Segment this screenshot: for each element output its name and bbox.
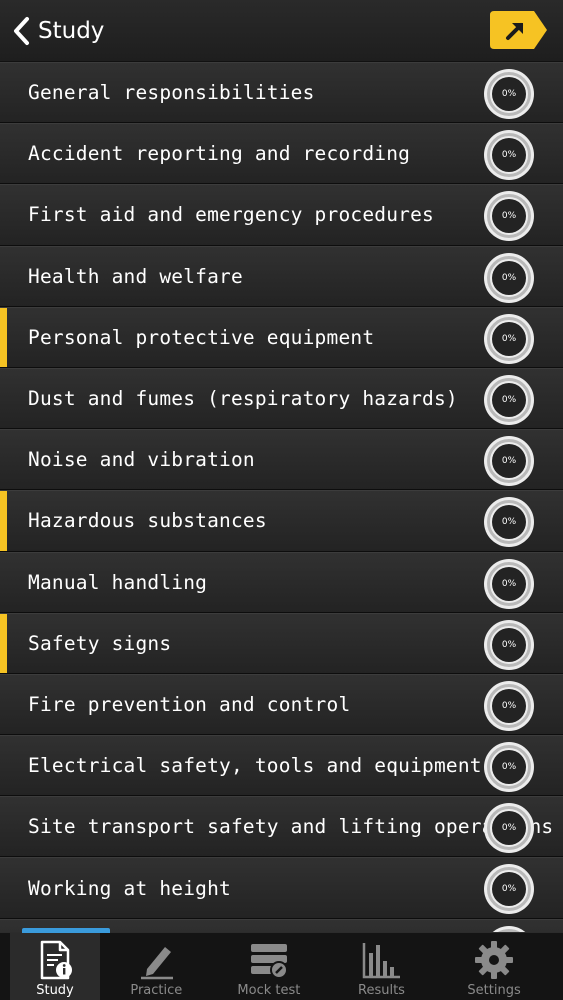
- topic-list: General responsibilities 0% Accident rep…: [0, 62, 563, 932]
- topic-row[interactable]: Noise and vibration 0%: [0, 429, 563, 491]
- mock-test-icon: [248, 939, 290, 981]
- tab-label: Study: [36, 983, 74, 998]
- tab-label: Practice: [130, 983, 183, 998]
- progress-value: 0%: [501, 639, 517, 650]
- progress-value: 0%: [501, 333, 517, 344]
- topic-label: Working at height: [28, 876, 231, 900]
- progress-value: 0%: [501, 762, 517, 773]
- progress-ring: [482, 924, 536, 932]
- highlight-marker: [0, 613, 7, 673]
- topic-label: Hazardous substances: [28, 509, 267, 533]
- topic-row[interactable]: Dust and fumes (respiratory hazards) 0%: [0, 367, 563, 430]
- progress-ring: 0%: [482, 434, 536, 488]
- highlight-marker: [0, 491, 7, 551]
- topic-label: Noise and vibration: [28, 448, 255, 472]
- progress-ring: 0%: [482, 557, 536, 611]
- progress-ring: 0%: [482, 740, 536, 794]
- progress-value: 0%: [501, 456, 517, 467]
- progress-value: 0%: [501, 272, 517, 283]
- progress-value: 0%: [501, 823, 517, 834]
- progress-value: 0%: [501, 578, 517, 589]
- progress-value: 0%: [501, 394, 517, 405]
- progress-ring: 0%: [482, 801, 536, 855]
- tab-label: Mock test: [237, 983, 301, 998]
- topic-row[interactable]: Accident reporting and recording 0%: [0, 123, 563, 185]
- topic-label: Personal protective equipment: [28, 325, 375, 349]
- topic-row[interactable]: General responsibilities 0%: [0, 62, 563, 124]
- tab-study[interactable]: Study: [10, 928, 110, 1000]
- topic-label: Accident reporting and recording: [28, 142, 411, 166]
- study-screen: Study General responsibilities 0% Accide…: [0, 0, 563, 1000]
- gear-icon: [473, 939, 515, 981]
- topic-label: First aid and emergency procedures: [28, 203, 434, 227]
- progress-value: 0%: [501, 150, 517, 161]
- active-tab-indicator: [22, 928, 110, 933]
- progress-ring: 0%: [482, 67, 536, 121]
- progress-ring: 0%: [482, 128, 536, 182]
- bar-chart-icon: [360, 939, 402, 981]
- progress-value: 0%: [501, 700, 517, 711]
- header-bar: Study: [0, 0, 563, 62]
- tab-mock-test[interactable]: Mock test: [213, 933, 326, 1000]
- chevron-left-icon: [12, 16, 32, 46]
- progress-value: 0%: [501, 884, 517, 895]
- topic-label: Site transport safety and lifting operat…: [28, 815, 554, 839]
- topic-row[interactable]: Safety signs 0%: [0, 612, 563, 674]
- progress-ring: 0%: [482, 679, 536, 733]
- topic-row[interactable]: Working at height 0%: [0, 857, 563, 919]
- study-document-icon: [34, 939, 76, 981]
- progress-ring: 0%: [482, 618, 536, 672]
- topic-row[interactable]: Health and welfare 0%: [0, 245, 563, 307]
- progress-ring: 0%: [482, 312, 536, 366]
- tab-label: Results: [358, 983, 405, 998]
- progress-ring: 0%: [482, 862, 536, 916]
- share-button[interactable]: [490, 11, 547, 49]
- topic-label: Fire prevention and control: [28, 692, 351, 716]
- progress-value: 0%: [501, 89, 517, 99]
- topic-label: Health and welfare: [28, 264, 243, 288]
- topic-row[interactable]: First aid and emergency procedures 0%: [0, 184, 563, 246]
- topic-label: Dust and fumes (respiratory hazards): [28, 387, 458, 411]
- topic-row[interactable]: Manual handling 0%: [0, 551, 563, 613]
- topic-label: Electrical safety, tools and equipment: [28, 754, 482, 778]
- progress-ring: 0%: [482, 495, 536, 549]
- progress-value: 0%: [501, 211, 517, 222]
- progress-ring: 0%: [482, 189, 536, 243]
- progress-ring: 0%: [482, 373, 536, 427]
- share-arrow-icon: [490, 11, 547, 49]
- topic-row[interactable]: Personal protective equipment 0%: [0, 306, 563, 368]
- pencil-icon: [135, 939, 177, 981]
- topic-row[interactable]: Fire prevention and control 0%: [0, 673, 563, 736]
- topic-row[interactable]: Site transport safety and lifting operat…: [0, 796, 563, 858]
- topic-label: General responsibilities: [28, 81, 315, 105]
- topic-label: Manual handling: [28, 570, 208, 594]
- highlight-marker: [0, 307, 7, 367]
- tab-practice[interactable]: Practice: [100, 933, 213, 1000]
- topic-label: Safety signs: [28, 631, 172, 655]
- tab-bar: Study Practice Mock test Results Setting…: [0, 928, 563, 1000]
- tab-settings[interactable]: Settings: [438, 933, 551, 1000]
- topic-row[interactable]: Electrical safety, tools and equipment 0…: [0, 735, 563, 797]
- tab-label: Settings: [467, 983, 521, 998]
- progress-ring: 0%: [482, 251, 536, 305]
- back-label: Study: [38, 18, 105, 44]
- tab-results[interactable]: Results: [325, 933, 438, 1000]
- topic-row[interactable]: Hazardous substances 0%: [0, 490, 563, 552]
- back-button[interactable]: Study: [12, 11, 104, 51]
- progress-value: 0%: [501, 517, 517, 528]
